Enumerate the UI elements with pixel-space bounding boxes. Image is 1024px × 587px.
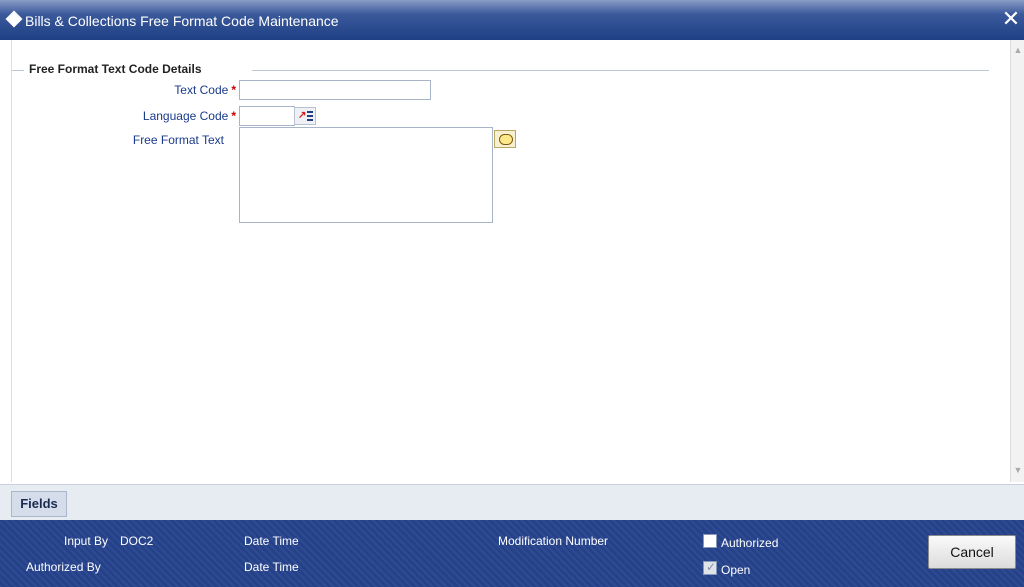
free-format-text-area[interactable]: [239, 127, 493, 223]
authorized-label: Authorized: [721, 536, 779, 550]
list-of-values-icon: ↗: [298, 110, 307, 121]
required-marker: *: [231, 83, 236, 97]
text-code-input[interactable]: [239, 80, 431, 100]
vertical-scrollbar[interactable]: ▲ ▼: [1010, 40, 1024, 482]
input-by-value: DOC2: [120, 534, 154, 548]
edit-text-button[interactable]: [494, 130, 516, 148]
open-label: Open: [721, 563, 751, 577]
text-code-label-wrap: Text Code *: [92, 83, 236, 97]
content-area: Free Format Text Code Details Text Code *…: [11, 40, 1010, 482]
language-code-label-wrap: Language Code *: [92, 109, 236, 123]
list-lines-icon: [307, 111, 313, 121]
free-format-text-label-wrap: Free Format Text: [72, 133, 224, 147]
language-code-input[interactable]: [239, 106, 295, 126]
language-code-lov-button[interactable]: ↗: [294, 107, 316, 125]
date-time-label: Date Time: [244, 534, 299, 548]
close-button[interactable]: ✕: [1000, 6, 1022, 32]
scroll-down-icon[interactable]: ▼: [1012, 464, 1024, 476]
diamond-icon: [5, 10, 23, 28]
scroll-up-icon[interactable]: ▲: [1012, 44, 1024, 56]
date-time-label: Date Time: [244, 560, 299, 574]
input-by-label: Input By: [64, 534, 109, 548]
speech-bubble-icon: [499, 134, 513, 145]
section-title: Free Format Text Code Details: [27, 62, 204, 76]
checkmark-icon: ✓: [706, 560, 717, 574]
tab-bar: [0, 484, 1024, 521]
text-code-label: Text Code: [174, 83, 229, 97]
required-marker: *: [231, 109, 236, 123]
cancel-button[interactable]: Cancel: [928, 535, 1016, 569]
section-divider: [252, 70, 989, 71]
audit-footer: Input By DOC2 Authorized By Date Time Da…: [0, 520, 1024, 587]
title-bar: Bills & Collections Free Format Code Mai…: [0, 0, 1024, 40]
language-code-label: Language Code: [142, 109, 229, 123]
authorized-by-label: Authorized By: [26, 560, 101, 574]
open-checkbox[interactable]: ✓: [703, 560, 717, 575]
window-title: Bills & Collections Free Format Code Mai…: [25, 13, 339, 29]
modification-number-label: Modification Number: [498, 534, 609, 548]
section-divider-left: [12, 70, 24, 71]
close-icon: ✕: [1001, 6, 1021, 31]
tab-fields[interactable]: Fields: [11, 491, 67, 517]
authorized-checkbox[interactable]: [703, 534, 717, 548]
free-format-text-label: Free Format Text: [132, 133, 224, 147]
